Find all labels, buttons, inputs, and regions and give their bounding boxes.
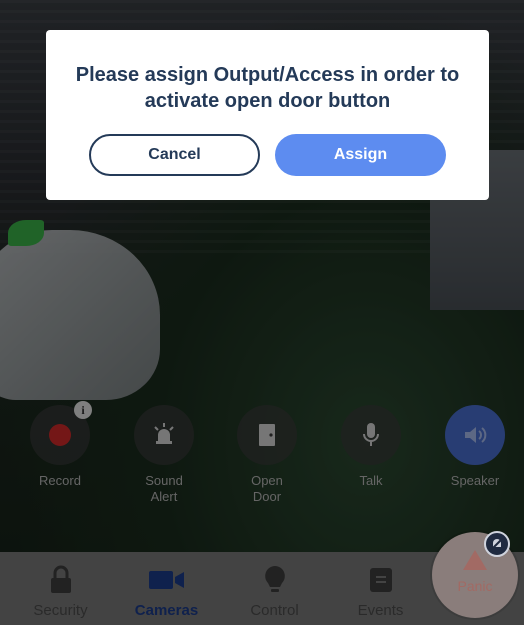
muted-bell-icon: [491, 538, 503, 550]
assign-button[interactable]: Assign: [275, 134, 446, 176]
dialog-message-text: Please assign Output/Access in order to …: [75, 64, 460, 112]
warning-icon: [463, 550, 487, 570]
assign-dialog: Please assign Output/Access in order to …: [46, 30, 489, 200]
panic-label: Panic: [457, 578, 493, 594]
mute-badge-icon[interactable]: [484, 531, 510, 557]
cancel-button[interactable]: Cancel: [89, 134, 260, 176]
dialog-message: Please assign Output/Access in order to …: [46, 62, 489, 114]
